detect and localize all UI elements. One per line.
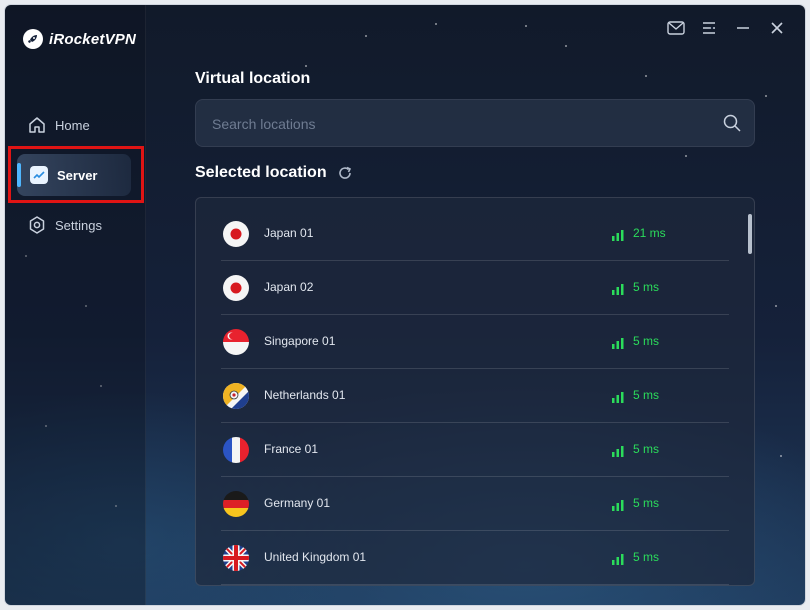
home-icon xyxy=(27,115,47,135)
menu-button[interactable] xyxy=(698,19,720,41)
refresh-icon[interactable] xyxy=(337,165,353,186)
nav-settings-label: Settings xyxy=(55,217,102,233)
selected-location-title: Selected location xyxy=(195,164,327,181)
nav-home[interactable]: Home xyxy=(15,105,135,145)
location-ping: 5 ms xyxy=(633,334,660,348)
netherlands-flag-icon xyxy=(223,383,249,409)
nav-home-label: Home xyxy=(55,117,90,133)
signal-strength-icon xyxy=(612,552,624,565)
location-name: Japan 01 xyxy=(264,226,314,240)
location-list: Japan 01 21 ms Japan 02 5 ms Singapore 0… xyxy=(195,197,755,586)
location-name: Netherlands 01 xyxy=(264,388,346,402)
nav-server-label: Server xyxy=(57,167,98,183)
signal-strength-icon xyxy=(612,228,624,241)
location-row-japan-02[interactable]: Japan 02 5 ms xyxy=(221,261,729,315)
location-ping: 5 ms xyxy=(633,496,660,510)
location-ping: 21 ms xyxy=(633,226,666,240)
search-box xyxy=(195,99,755,148)
united-kingdom-flag-icon xyxy=(223,545,249,571)
search-input[interactable] xyxy=(210,100,714,148)
signal-strength-icon xyxy=(612,390,624,403)
location-row-singapore-01[interactable]: Singapore 01 5 ms xyxy=(221,315,729,369)
gear-icon xyxy=(27,215,47,235)
signal-strength-icon xyxy=(612,444,624,457)
location-ping: 5 ms xyxy=(633,442,660,456)
japan-flag-icon xyxy=(223,221,249,247)
nav-server[interactable]: Server xyxy=(17,154,131,196)
location-row-united-kingdom-01[interactable]: United Kingdom 01 5 ms xyxy=(221,531,729,585)
location-row-netherlands-01[interactable]: Netherlands 01 5 ms xyxy=(221,369,729,423)
virtual-location-title: Virtual location xyxy=(195,70,311,87)
france-flag-icon xyxy=(223,437,249,463)
app-name: iRocketVPN xyxy=(49,30,137,48)
app-window: iRocketVPN Home Server Settings Virtual … xyxy=(5,5,805,605)
location-ping: 5 ms xyxy=(633,280,660,294)
location-row-japan-01[interactable]: Japan 01 21 ms xyxy=(221,207,729,261)
location-name: France 01 xyxy=(264,442,319,456)
location-row-germany-01[interactable]: Germany 01 5 ms xyxy=(221,477,729,531)
mail-button[interactable] xyxy=(665,19,687,41)
minimize-button[interactable] xyxy=(732,19,754,41)
location-ping: 5 ms xyxy=(633,388,660,402)
menu-icon xyxy=(701,20,717,41)
location-row-france-01[interactable]: France 01 5 ms xyxy=(221,423,729,477)
sidebar: iRocketVPN Home Server Settings xyxy=(5,5,146,605)
list-scrollbar[interactable] xyxy=(748,214,752,254)
location-ping: 5 ms xyxy=(633,550,660,564)
japan-flag-icon xyxy=(223,275,249,301)
search-icon[interactable] xyxy=(722,113,742,138)
location-name: Singapore 01 xyxy=(264,334,336,348)
signal-strength-icon xyxy=(612,498,624,511)
app-brand: iRocketVPN xyxy=(23,29,136,49)
signal-strength-icon xyxy=(612,282,624,295)
rocket-logo-icon xyxy=(23,29,43,49)
signal-strength-icon xyxy=(612,336,624,349)
mail-icon xyxy=(667,20,685,41)
close-button[interactable] xyxy=(766,19,788,41)
location-name: United Kingdom 01 xyxy=(264,550,367,564)
singapore-flag-icon xyxy=(223,329,249,355)
server-chart-icon xyxy=(29,165,49,185)
close-icon xyxy=(769,20,785,41)
nav-settings[interactable]: Settings xyxy=(15,205,135,245)
location-name: Japan 02 xyxy=(264,280,314,294)
germany-flag-icon xyxy=(223,491,249,517)
location-name: Germany 01 xyxy=(264,496,331,510)
minimize-icon xyxy=(735,20,751,41)
